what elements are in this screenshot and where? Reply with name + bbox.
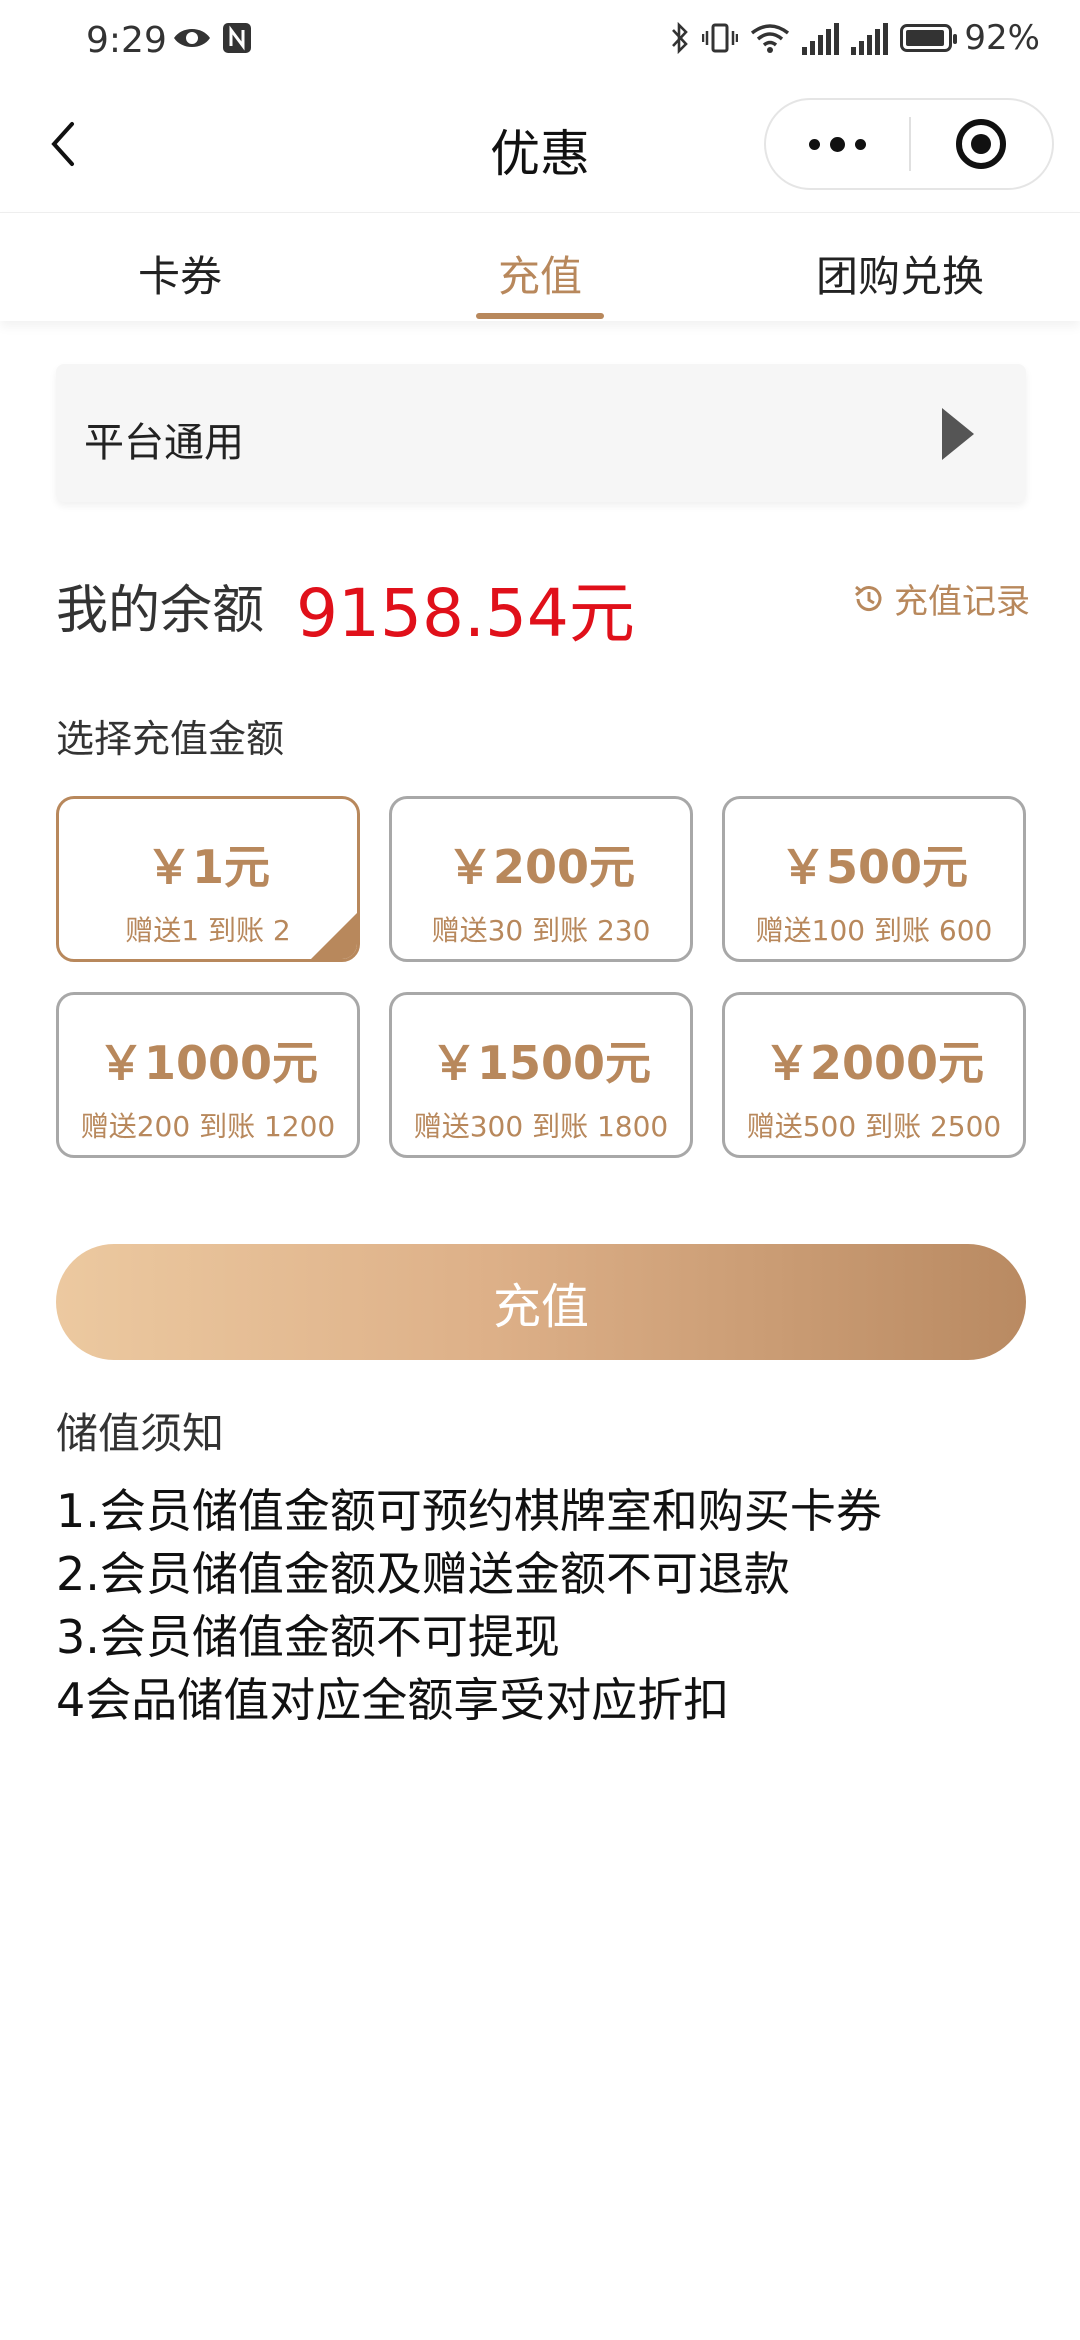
amount-bonus: 赠送300 到账 1800 <box>413 1110 669 1143</box>
amount-bonus: 赠送200 到账 1200 <box>80 1110 336 1143</box>
amount-value: ￥200元 <box>446 840 636 894</box>
nfc-icon <box>223 23 251 53</box>
amount-value: ￥500元 <box>779 840 969 894</box>
amount-value: ￥1500元 <box>430 1036 652 1090</box>
recharge-button[interactable]: 充值 <box>56 1244 1026 1360</box>
notice-item: 4会品储值对应全额享受对应折扣 <box>56 1673 730 1727</box>
status-bar: 9:29 92% <box>0 0 1080 84</box>
eye-icon <box>174 29 210 47</box>
scope-label: 平台通用 <box>84 420 244 466</box>
signal-icon-2 <box>851 21 889 55</box>
status-time: 9:29 <box>86 20 167 61</box>
select-amount-label: 选择充值金额 <box>56 717 285 761</box>
more-dot-icon <box>855 138 866 150</box>
more-dot-icon <box>809 138 820 150</box>
mini-program-capsule <box>764 98 1054 190</box>
triangle-right-icon <box>942 408 974 460</box>
wifi-icon <box>751 24 790 53</box>
more-button[interactable] <box>766 100 909 188</box>
tab-active-indicator <box>476 313 604 319</box>
notice-item: 2.会员储值金额及赠送金额不可退款 <box>56 1547 790 1601</box>
target-icon <box>956 119 1007 169</box>
amount-option[interactable]: ￥2000元 赠送500 到账 2500 <box>722 992 1026 1158</box>
battery-percent: 92% <box>964 18 1040 58</box>
scope-selector[interactable]: 平台通用 <box>56 364 1026 502</box>
amount-option[interactable]: ￥500元 赠送100 到账 600 <box>722 796 1026 962</box>
status-right: 92% <box>670 18 1040 58</box>
tab-bar: 卡券 充值 团购兑换 <box>0 212 1080 321</box>
tab-group-redeem[interactable]: 团购兑换 <box>816 243 984 304</box>
bluetooth-icon <box>672 21 689 55</box>
notice-list: 1.会员储值金额可预约棋牌室和购买卡券 2.会员储值金额及赠送金额不可退款 3.… <box>56 1480 882 1732</box>
balance-value: 9158.54元 <box>296 575 635 652</box>
history-clock-icon <box>855 585 882 611</box>
amount-value: ￥1000元 <box>97 1036 319 1090</box>
amount-bonus: 赠送30 到账 230 <box>431 914 651 947</box>
amount-option[interactable]: ￥1元 赠送1 到账 2 <box>56 796 360 962</box>
selected-corner-mark <box>311 913 357 959</box>
vibrate-icon <box>702 23 739 53</box>
amount-option[interactable]: ￥1500元 赠送300 到账 1800 <box>389 992 693 1158</box>
tab-coupons[interactable]: 卡券 <box>138 243 222 304</box>
amount-bonus: 赠送500 到账 2500 <box>746 1110 1002 1143</box>
amount-option[interactable]: ￥200元 赠送30 到账 230 <box>389 796 693 962</box>
battery-icon <box>900 24 958 52</box>
notice-item: 1.会员储值金额可预约棋牌室和购买卡券 <box>56 1484 882 1538</box>
notice-title: 储值须知 <box>56 1409 225 1458</box>
amount-bonus: 赠送100 到账 600 <box>755 914 993 947</box>
nav-bar: 优惠 <box>0 84 1080 212</box>
status-left-icons <box>172 22 252 54</box>
close-mini-program-button[interactable] <box>911 100 1052 188</box>
notice-item: 3.会员储值金额不可提现 <box>56 1610 560 1664</box>
recharge-history-label: 充值记录 <box>894 582 1030 622</box>
more-dot-icon <box>830 136 845 152</box>
recharge-history-link[interactable]: 充值记录 <box>852 574 1030 623</box>
amount-option[interactable]: ￥1000元 赠送200 到账 1200 <box>56 992 360 1158</box>
amount-value: ￥2000元 <box>763 1036 985 1090</box>
signal-icon-1 <box>802 21 840 55</box>
tab-recharge[interactable]: 充值 <box>498 243 582 304</box>
amount-value: ￥1元 <box>145 840 270 894</box>
balance-label: 我的余额 <box>56 581 265 641</box>
